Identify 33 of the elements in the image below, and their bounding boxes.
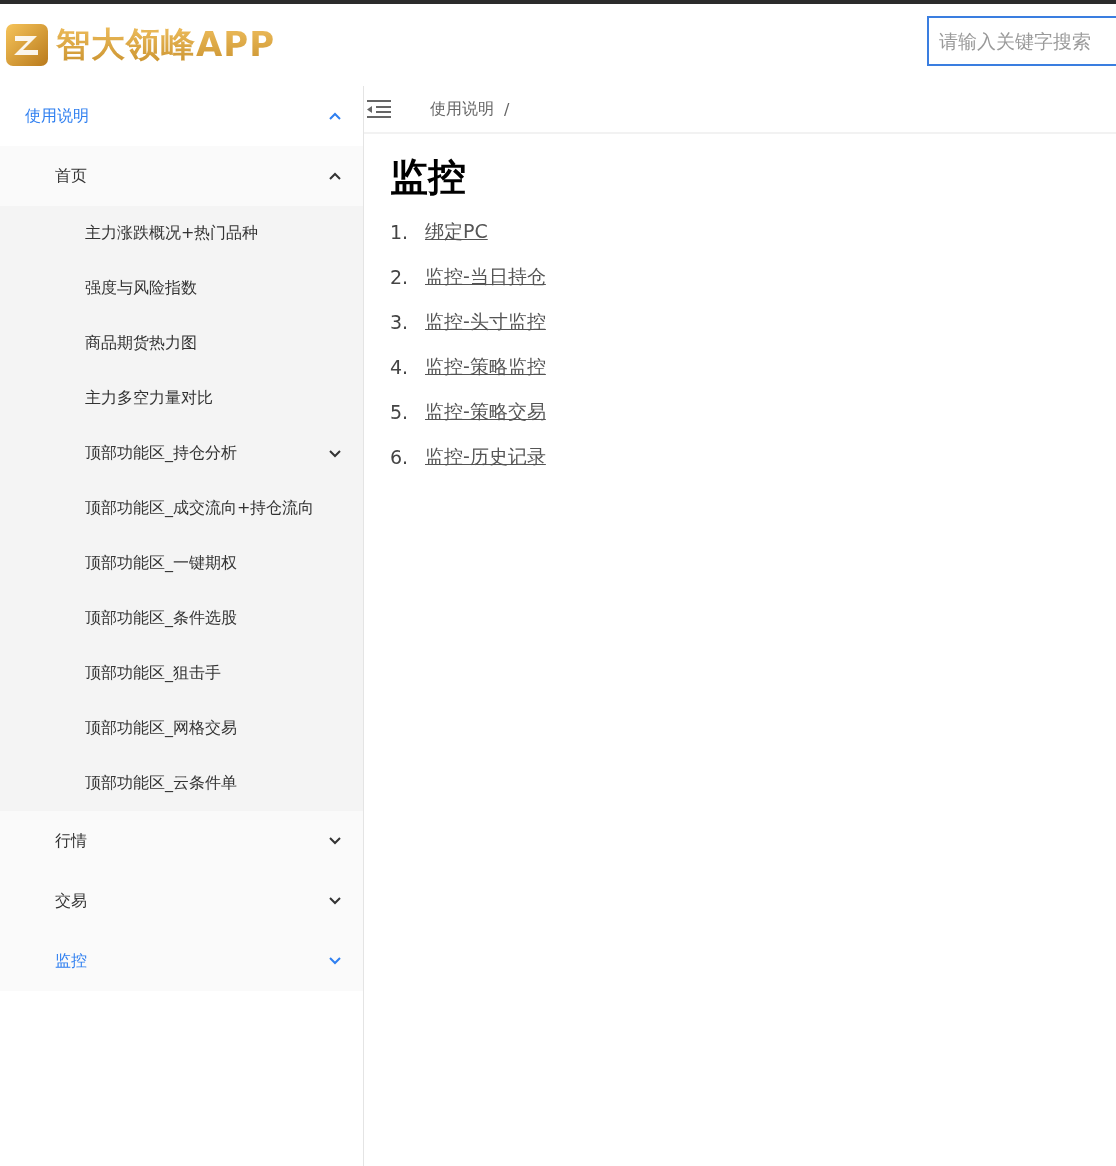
sidebar-item[interactable]: 监控 [0, 931, 363, 991]
breadcrumb-separator: / [504, 99, 510, 119]
list-number: 2. [390, 265, 410, 288]
sidebar-item[interactable]: 行情 [0, 811, 363, 871]
menu-fold-icon[interactable] [366, 99, 392, 119]
list-number: 1. [390, 220, 410, 243]
list-number: 6. [390, 445, 410, 468]
doc-link[interactable]: 监控-策略交易 [425, 398, 546, 425]
list-number: 4. [390, 355, 410, 378]
sidebar-item[interactable]: 首页 [0, 146, 363, 206]
breadcrumb-item[interactable]: 使用说明 [430, 98, 494, 120]
logo-icon [6, 24, 48, 66]
sidebar-item[interactable]: 顶部功能区_持仓分析 [0, 426, 363, 481]
doc-link[interactable]: 监控-头寸监控 [425, 308, 546, 335]
doc-link[interactable]: 监控-当日持仓 [425, 263, 546, 290]
doc-link[interactable]: 绑定PC [425, 218, 488, 245]
sidebar-item[interactable]: 顶部功能区_网格交易 [0, 701, 363, 756]
sidebar-item[interactable]: 主力涨跌概况+热门品种 [0, 206, 363, 261]
doc-link[interactable]: 监控-策略监控 [425, 353, 546, 380]
list-number: 5. [390, 400, 410, 423]
sidebar-item[interactable]: 顶部功能区_狙击手 [0, 646, 363, 701]
doc-link[interactable]: 监控-历史记录 [425, 443, 546, 470]
sidebar-item[interactable]: 商品期货热力图 [0, 316, 363, 371]
page-title: 监控 [390, 154, 467, 201]
sidebar-item[interactable]: 交易 [0, 871, 363, 931]
sidebar-item[interactable]: 顶部功能区_成交流向+持仓流向 [0, 481, 363, 536]
sidebar-item[interactable]: 强度与风险指数 [0, 261, 363, 316]
list-number: 3. [390, 310, 410, 333]
sidebar-item[interactable]: 顶部功能区_一键期权 [0, 536, 363, 591]
sidebar-item[interactable]: 顶部功能区_条件选股 [0, 591, 363, 646]
sidebar-item[interactable]: 主力多空力量对比 [0, 371, 363, 426]
search-field[interactable]: 请输入关键字搜索 [927, 16, 1116, 66]
sidebar-item[interactable]: 顶部功能区_云条件单 [0, 756, 363, 811]
